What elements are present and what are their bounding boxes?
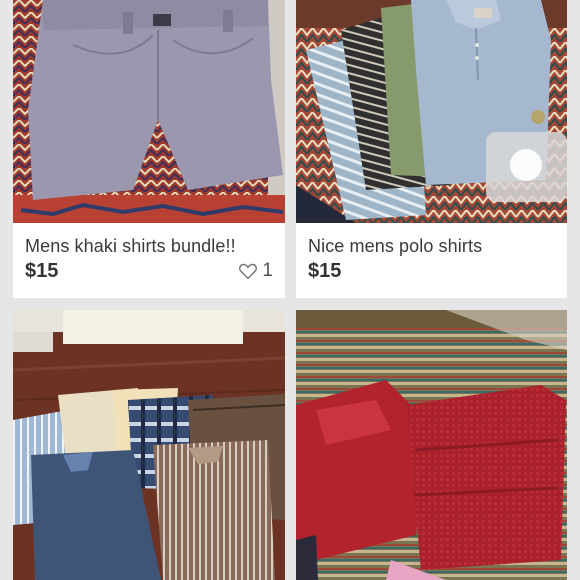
listing-title[interactable]: Mens khaki shirts bundle!! bbox=[25, 236, 236, 257]
listing-price: $15 bbox=[308, 260, 342, 282]
listing-photo[interactable] bbox=[296, 310, 567, 580]
listing-title[interactable]: Nice mens polo shirts bbox=[308, 236, 482, 257]
like-count: 1 bbox=[262, 260, 273, 281]
listing-photo[interactable] bbox=[296, 0, 567, 223]
listing-card[interactable]: Nice mens polo shirts $15 bbox=[296, 0, 567, 298]
listing-grid: Mens khaki shirts bundle!! $15 1 Nice me… bbox=[0, 0, 580, 580]
listing-card[interactable] bbox=[296, 310, 567, 580]
listing-price: $15 bbox=[25, 260, 59, 282]
heart-icon[interactable] bbox=[238, 262, 258, 280]
listing-meta: Mens khaki shirts bundle!! $15 1 bbox=[13, 223, 285, 298]
listing-card[interactable] bbox=[13, 310, 285, 580]
listing-photo[interactable] bbox=[13, 0, 285, 223]
listing-meta: Nice mens polo shirts $15 bbox=[296, 223, 567, 298]
like-button[interactable]: 1 bbox=[238, 260, 273, 282]
listing-card[interactable]: Mens khaki shirts bundle!! $15 1 bbox=[13, 0, 285, 298]
listing-photo[interactable] bbox=[13, 310, 285, 580]
